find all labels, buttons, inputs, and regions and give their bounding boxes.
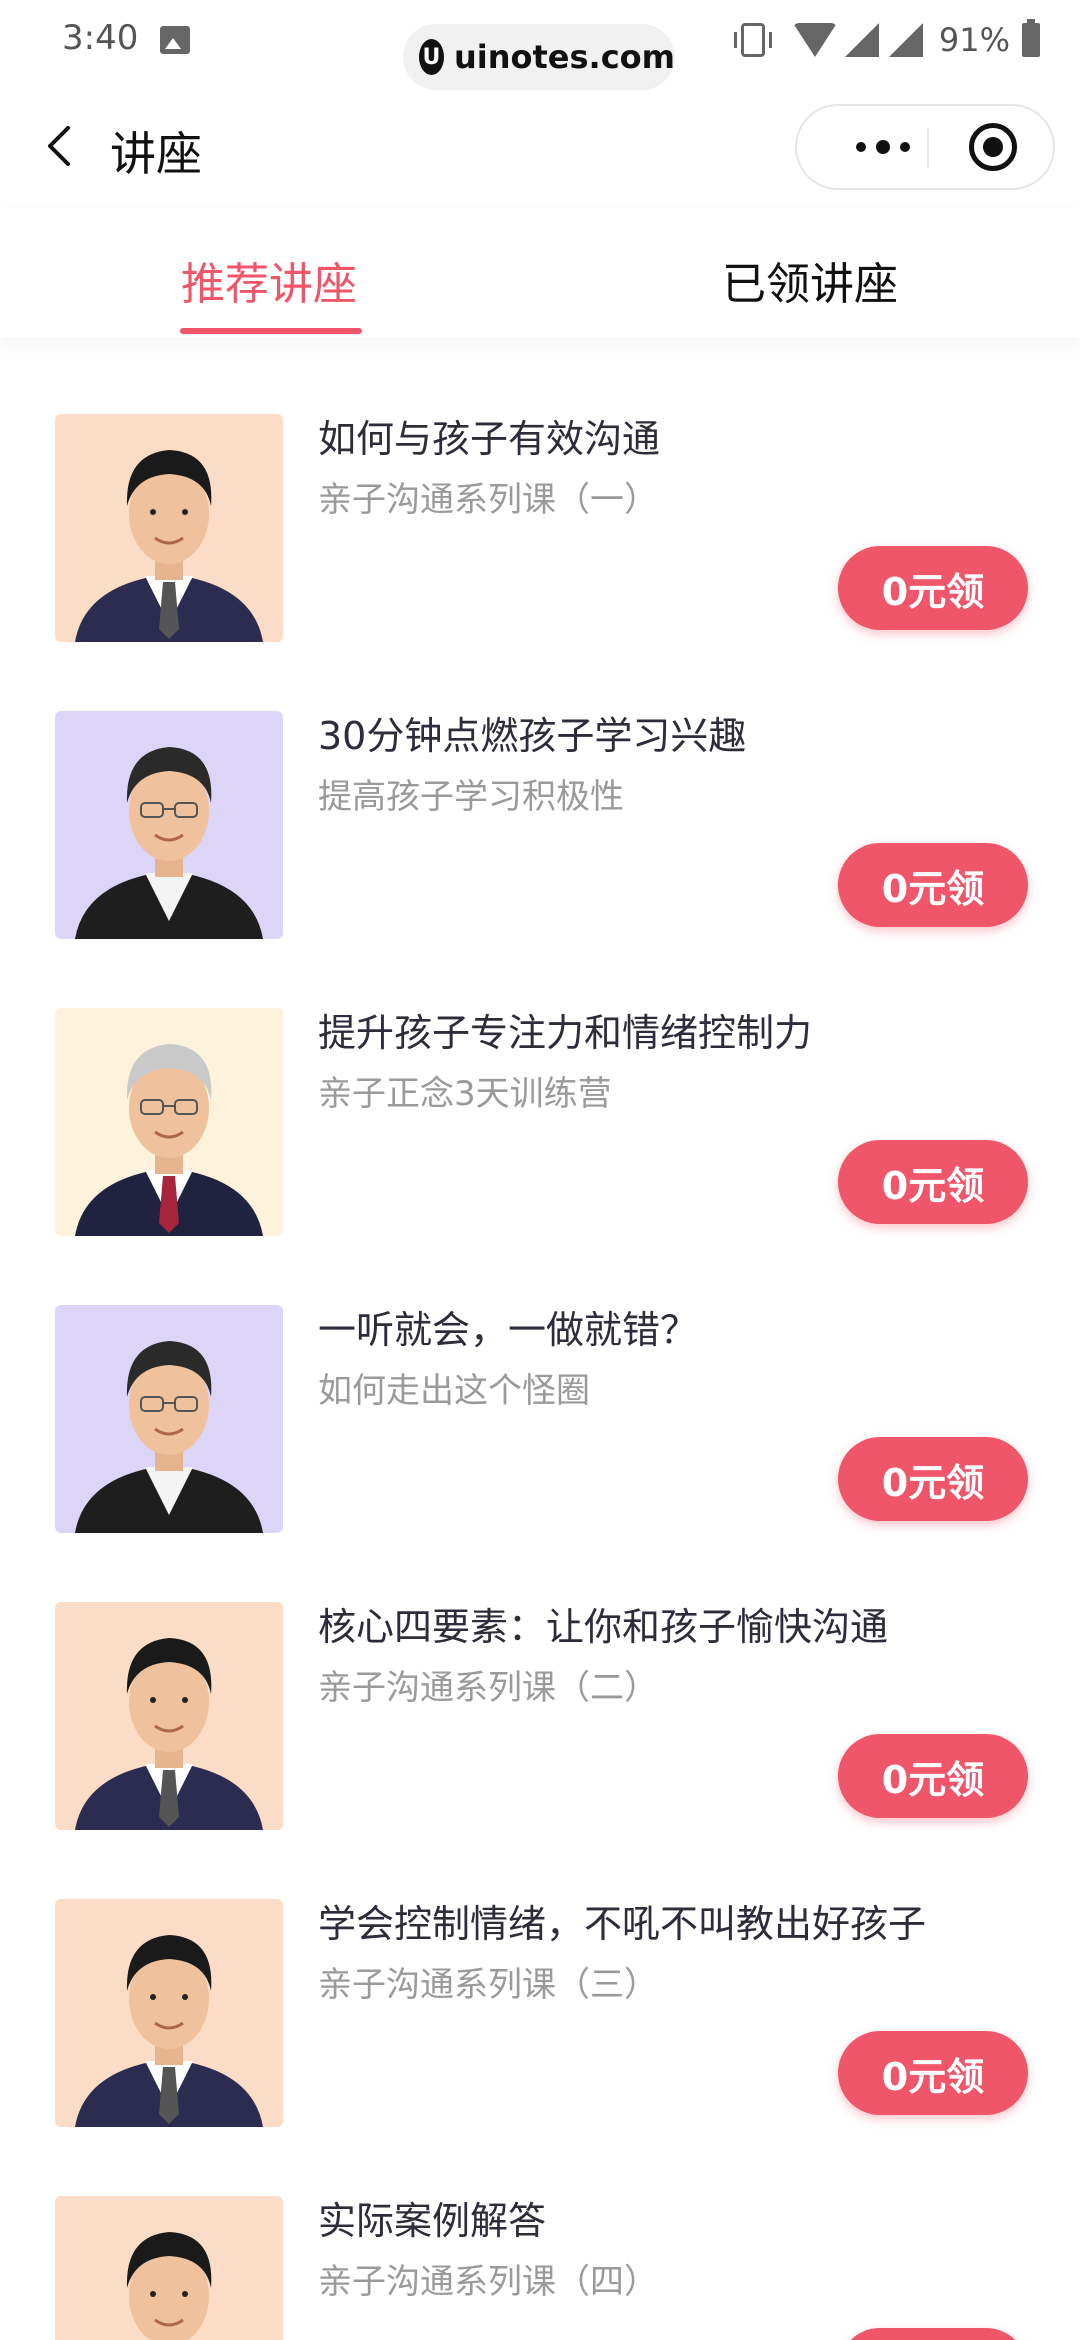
lecture-title: 学会控制情绪，不吼不叫教出好孩子 [318,1902,927,1946]
lecturer-portrait [55,711,283,939]
battery-percent: 91% [938,21,1010,59]
chevron-left-icon[interactable] [42,124,78,168]
lecture-title: 一听就会，一做就错？ [318,1308,699,1352]
lecture-item[interactable]: 一听就会，一做就错？ 如何走出这个怪圈 0元领 [0,1229,1080,1533]
portrait-illustration [75,1044,263,1236]
vibrate-icon [733,23,772,57]
portrait-illustration [75,1341,263,1533]
claim-button[interactable]: 0元领 [838,1140,1028,1224]
lecture-title: 核心四要素：让你和孩子愉快沟通 [318,1605,889,1649]
image-icon [160,26,190,54]
lecturer-portrait [55,1305,283,1533]
claim-button[interactable]: 0元领 [838,2031,1028,2115]
lecture-title: 实际案例解答 [318,2199,547,2243]
lecturer-portrait [55,2196,283,2340]
lecture-item[interactable]: 核心四要素：让你和孩子愉快沟通 亲子沟通系列课（二） 0元领 [0,1526,1080,1830]
page-title: 讲座 [110,127,202,181]
lecture-title: 如何与孩子有效沟通 [318,417,661,461]
lecture-subtitle: 提高孩子学习积极性 [318,777,624,817]
claim-button[interactable]: 0元领 [838,843,1028,927]
nav-bar: 讲座 [0,84,1080,208]
tab-claimed-lectures[interactable]: 已领讲座 [722,248,898,312]
lecture-item[interactable]: 学会控制情绪，不吼不叫教出好孩子 亲子沟通系列课（三） 0元领 [0,1823,1080,2127]
signal-icon [844,23,879,57]
watermark-logo: U [419,39,444,75]
status-time: 3:40 [62,18,139,58]
battery-icon [1022,19,1040,57]
portrait-illustration [75,1638,263,1830]
portrait-illustration [75,1935,263,2127]
tab-recommended-lectures[interactable]: 推荐讲座 [181,248,357,312]
mini-program-capsule [795,104,1055,190]
lecture-item[interactable]: 实际案例解答 亲子沟通系列课（四） 0元领 [0,2120,1080,2340]
signal-icon [888,23,923,57]
capsule-divider [927,128,929,168]
lecturer-portrait [55,414,283,642]
lecturer-portrait [55,1899,283,2127]
lecture-subtitle: 亲子沟通系列课（一） [318,480,658,520]
tab-active-indicator [180,328,362,334]
tab-bar: 推荐讲座 已领讲座 [0,208,1080,338]
portrait-illustration [75,450,263,642]
claim-button[interactable]: 0元领 [838,1734,1028,1818]
lecture-subtitle: 亲子沟通系列课（二） [318,1668,658,1708]
claim-button[interactable]: 0元领 [838,546,1028,630]
lecture-subtitle: 亲子沟通系列课（三） [318,1965,658,2005]
lecturer-portrait [55,1602,283,1830]
lecture-item[interactable]: 30分钟点燃孩子学习兴趣 提高孩子学习积极性 0元领 [0,635,1080,939]
wifi-icon [792,23,837,57]
lecture-item[interactable]: 如何与孩子有效沟通 亲子沟通系列课（一） 0元领 [0,338,1080,642]
lecture-title: 30分钟点燃孩子学习兴趣 [318,714,747,758]
lecture-title: 提升孩子专注力和情绪控制力 [318,1011,813,1055]
watermark-text: uinotes.com [453,38,675,76]
status-icons: 91% [733,18,1080,62]
lecture-list: 如何与孩子有效沟通 亲子沟通系列课（一） 0元领 30分钟点燃孩子学习兴趣 提高… [0,338,1080,2340]
status-bar: 3:40 U uinotes.com 91% [0,0,1080,90]
lecture-subtitle: 亲子正念3天训练营 [318,1074,612,1114]
lecture-item[interactable]: 提升孩子专注力和情绪控制力 亲子正念3天训练营 0元领 [0,932,1080,1236]
lecturer-portrait [55,1008,283,1236]
watermark: U uinotes.com [403,24,675,90]
target-close-icon[interactable] [969,123,1017,171]
portrait-illustration [126,2232,212,2340]
claim-button[interactable]: 0元领 [838,1437,1028,1521]
claim-button[interactable]: 0元领 [838,2328,1028,2340]
more-dots-icon[interactable] [833,106,933,188]
lecture-subtitle: 如何走出这个怪圈 [318,1371,590,1411]
lecture-subtitle: 亲子沟通系列课（四） [318,2262,658,2302]
portrait-illustration [75,747,263,939]
